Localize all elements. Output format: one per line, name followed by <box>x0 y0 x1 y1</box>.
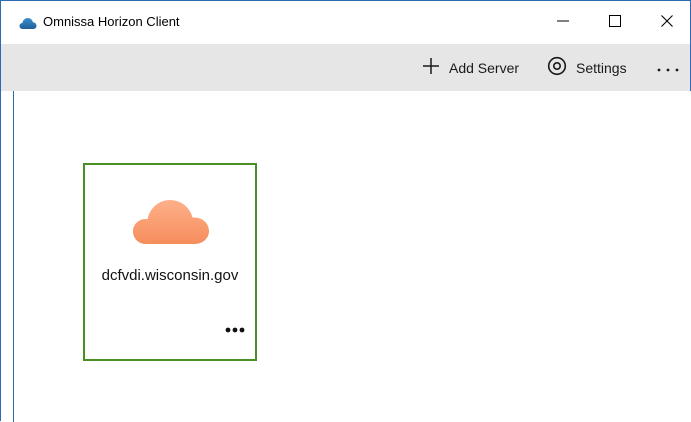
minimize-icon <box>557 14 569 32</box>
settings-button[interactable]: Settings <box>547 44 627 91</box>
add-server-button[interactable]: Add Server <box>422 44 519 91</box>
more-options-button[interactable] <box>653 44 683 91</box>
minimize-button[interactable] <box>540 1 586 44</box>
horizon-client-window: Omnissa Horizon Client Add Server Settin… <box>0 0 691 422</box>
plus-icon <box>422 57 440 78</box>
more-horizontal-icon <box>656 60 680 76</box>
maximize-icon <box>609 14 621 32</box>
window-title: Omnissa Horizon Client <box>43 14 180 29</box>
settings-label: Settings <box>576 59 627 76</box>
server-name: dcfvdi.wisconsin.gov <box>101 267 239 284</box>
app-cloud-icon <box>19 16 37 30</box>
close-icon <box>661 14 673 32</box>
settings-icon <box>547 56 567 79</box>
maximize-button[interactable] <box>592 1 638 44</box>
add-server-label: Add Server <box>449 59 520 76</box>
title-bar[interactable]: Omnissa Horizon Client <box>1 1 690 44</box>
cloud-icon <box>132 198 210 246</box>
more-horizontal-icon <box>225 320 245 338</box>
server-menu-button[interactable] <box>222 321 248 337</box>
server-tile[interactable]: dcfvdi.wisconsin.gov <box>83 163 257 361</box>
toolbar: Add Server Settings <box>1 44 690 91</box>
close-button[interactable] <box>644 1 690 44</box>
